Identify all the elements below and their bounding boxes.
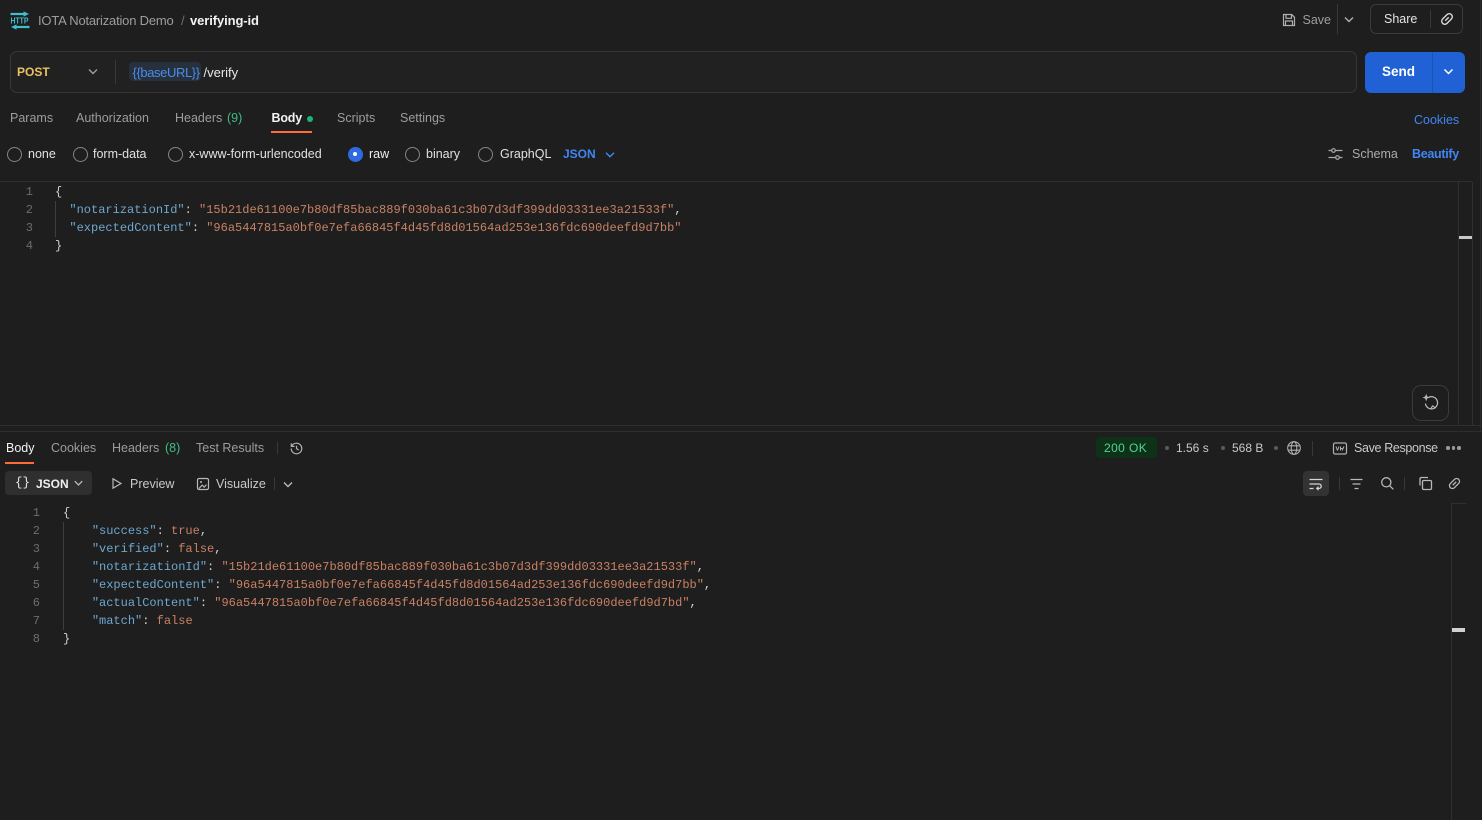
svg-text:HTTP: HTTP: [11, 16, 29, 26]
